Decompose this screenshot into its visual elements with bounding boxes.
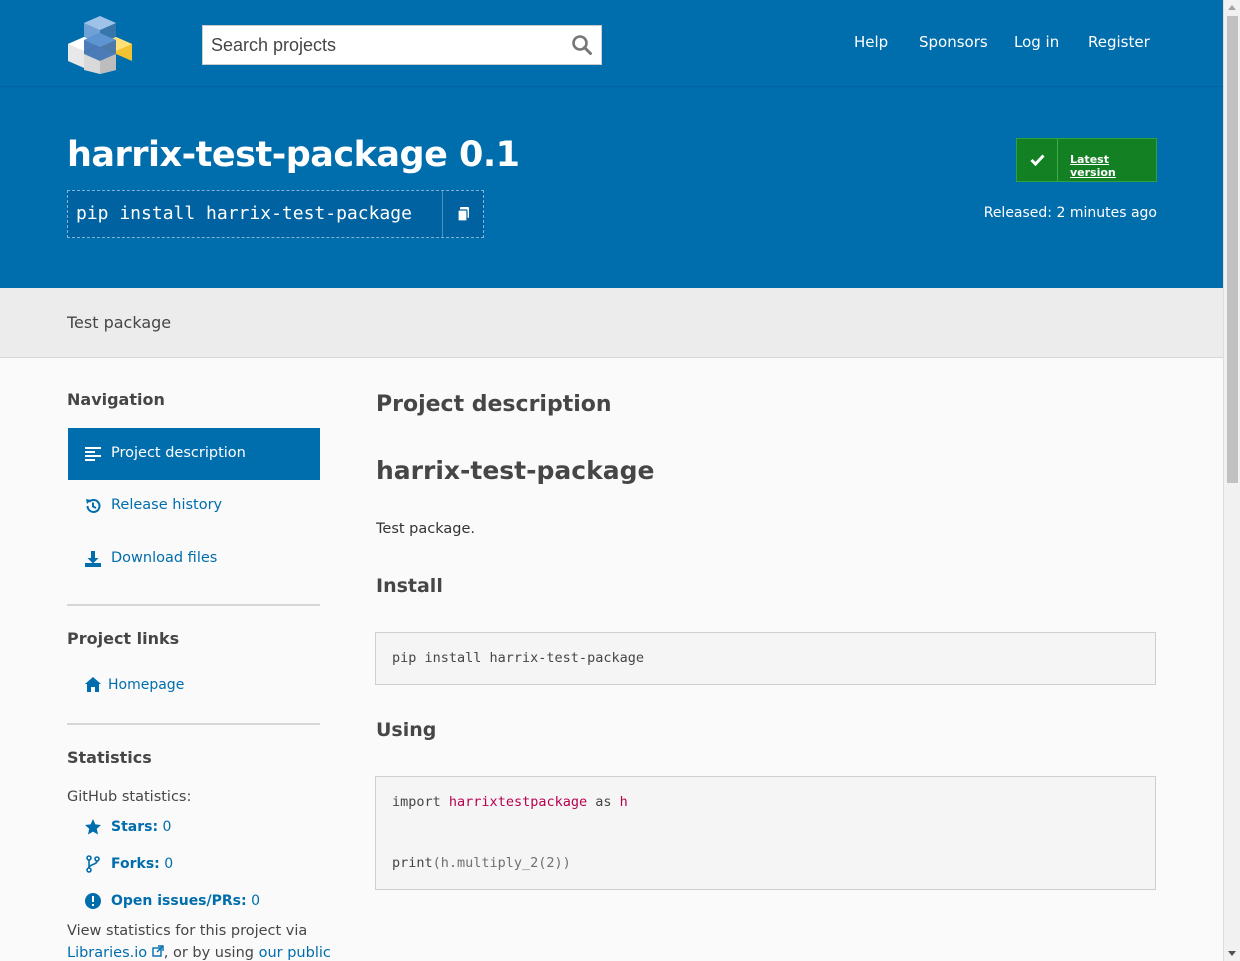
- scroll-down-arrow[interactable]: [1228, 951, 1236, 956]
- github-statistics-label: GitHub statistics:: [67, 789, 192, 805]
- sidebar-item-label: Download files: [111, 550, 218, 566]
- sidebar-item-label: Release history: [111, 497, 223, 513]
- stars-label: Stars:: [111, 819, 159, 835]
- install-code-block: pip install harrix-test-package: [375, 632, 1156, 685]
- code-alias: h: [619, 794, 628, 810]
- nav-sponsors-link[interactable]: Sponsors: [919, 33, 988, 51]
- page-scrollbar[interactable]: [1223, 0, 1240, 961]
- home-icon: [84, 676, 102, 694]
- install-heading: Install: [376, 575, 443, 597]
- nav-register-link[interactable]: Register: [1088, 33, 1150, 51]
- code-line-print: print(h.multiply_2(2)): [392, 855, 571, 871]
- stars-value: 0: [162, 819, 172, 835]
- external-link-icon: [147, 945, 164, 961]
- scroll-thumb[interactable]: [1227, 16, 1238, 483]
- pip-command[interactable]: pip install harrix-test-package: [76, 203, 412, 224]
- released-label: Released:: [983, 205, 1053, 221]
- issues-label: Open issues/PRs:: [111, 893, 247, 909]
- or-text: , or by using: [163, 945, 254, 961]
- fork-icon: [84, 855, 102, 873]
- package-summary-bar: Test package: [0, 288, 1223, 358]
- download-icon: [84, 550, 102, 568]
- latest-version-badge[interactable]: Latest version: [1016, 138, 1157, 182]
- using-heading: Using: [376, 719, 437, 741]
- scroll-up-arrow[interactable]: [1228, 5, 1236, 10]
- forks-label: Forks:: [111, 856, 160, 872]
- sidebar-divider: [67, 604, 320, 606]
- code-args: (h.multiply_2(2)): [432, 855, 571, 871]
- header-nav: Help Sponsors Log in Register: [0, 33, 1223, 57]
- sidebar-item-label: Project description: [111, 445, 246, 461]
- code-module-name: harrixtestpackage: [448, 794, 588, 810]
- statistics-heading: Statistics: [67, 748, 152, 767]
- nav-login-link[interactable]: Log in: [1014, 33, 1059, 51]
- code-function: print: [392, 855, 433, 871]
- code-keyword: as: [595, 794, 612, 810]
- latest-version-link[interactable]: Latest version: [1070, 153, 1156, 179]
- using-code-block: import harrixtestpackage as h print(h.mu…: [375, 776, 1156, 890]
- top-navbar: Help Sponsors Log in Register: [0, 0, 1223, 87]
- project-description-heading: Project description: [376, 392, 612, 417]
- release-date: Released: 2 minutes ago: [984, 205, 1157, 221]
- history-icon: [84, 497, 102, 515]
- homepage-label: Homepage: [108, 677, 185, 693]
- code-line-import: import harrixtestpackage as h: [392, 794, 628, 810]
- readme-text: Test package.: [376, 521, 475, 537]
- libraries-io-link[interactable]: Libraries.io: [67, 945, 147, 961]
- navigation-heading: Navigation: [67, 390, 165, 409]
- forks-value: 0: [164, 856, 174, 872]
- sidebar-item-release-history[interactable]: Release history: [68, 480, 320, 532]
- align-left-icon: [84, 445, 102, 463]
- issues-value: 0: [251, 893, 260, 909]
- view-statistics-text: View statistics for this project via: [67, 923, 308, 939]
- sidebar-item-project-description[interactable]: Project description: [68, 428, 320, 480]
- our-public-link[interactable]: our public: [259, 945, 331, 961]
- sidebar-divider: [67, 723, 320, 725]
- check-icon: [1017, 139, 1058, 181]
- sidebar-item-download-files[interactable]: Download files: [68, 533, 320, 585]
- copy-button[interactable]: [442, 191, 484, 237]
- nav-help-link[interactable]: Help: [854, 33, 888, 51]
- alert-circle-icon: [84, 892, 102, 910]
- star-icon: [84, 818, 102, 836]
- readme-title: harrix-test-package: [376, 456, 655, 485]
- released-value: 2 minutes ago: [1056, 205, 1157, 221]
- package-summary: Test package: [67, 313, 172, 332]
- package-title: harrix-test-package 0.1: [67, 135, 520, 175]
- code-keyword: import: [392, 794, 441, 810]
- copy-icon: [457, 207, 469, 222]
- package-header: harrix-test-package 0.1 pip install harr…: [0, 87, 1223, 288]
- project-links-heading: Project links: [67, 629, 180, 648]
- install-code: pip install harrix-test-package: [392, 650, 644, 666]
- pip-command-box: pip install harrix-test-package: [67, 190, 484, 238]
- view-statistics-links: Libraries.io , or by using our public: [67, 945, 331, 961]
